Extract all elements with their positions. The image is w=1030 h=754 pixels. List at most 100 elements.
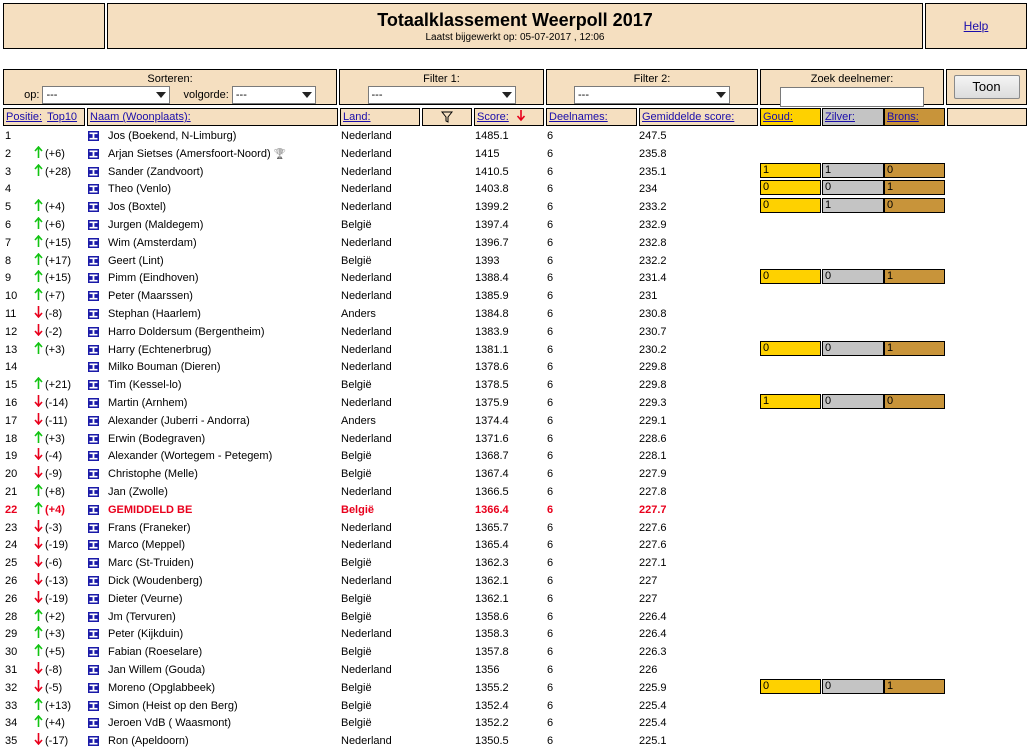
sort-op-select[interactable]: ---	[42, 86, 171, 104]
button-panel: Toon	[946, 69, 1027, 105]
participant-name-text: Ron (Apeldoorn)	[108, 735, 189, 748]
deelnames-cell: 6	[547, 628, 554, 641]
sort-score-link[interactable]: Score:	[477, 111, 509, 123]
deelnames-cell: 6	[547, 147, 554, 160]
rank-change-text: (+6)	[45, 147, 65, 160]
sort-down-arrow-icon[interactable]	[516, 110, 526, 122]
arrow-down-icon	[34, 412, 43, 426]
deelnames-cell: 6	[547, 325, 554, 338]
page-title: Totaalklassement Weerpoll 2017	[377, 10, 653, 30]
sort-deelnames-link[interactable]: Deelnames:	[549, 111, 608, 123]
score-cell: 1358.3	[475, 628, 509, 641]
deelnames-cell: 6	[547, 361, 554, 374]
arrow-down-icon	[34, 306, 43, 319]
score-cell: 1362.1	[475, 592, 509, 605]
deelnames-cell: 6	[547, 468, 554, 481]
position-cell: 10	[5, 290, 18, 303]
sort-positie-link[interactable]: Positie:	[6, 111, 42, 123]
rank-change-text: (-8)	[45, 664, 63, 676]
country-cell: België	[341, 646, 372, 659]
table-row: 31 (-8) Jan Willem (Gouda) Nederland 1356 6 22…	[0, 661, 1030, 679]
deelnames-cell: 6	[547, 664, 554, 676]
change-cell: (+21)	[34, 376, 71, 394]
flag-icon	[88, 255, 99, 266]
bronze-medal-count: 1	[884, 340, 945, 356]
deelnames-cell: 6	[547, 735, 554, 748]
participant-name-text: Peter (Maarssen)	[108, 290, 193, 303]
score-cell: 1415	[475, 147, 500, 160]
position-cell: 24	[5, 539, 18, 552]
participant-name: Milko Bouman (Dieren)	[108, 358, 220, 376]
position-cell: 4	[5, 183, 12, 196]
flag-icon	[88, 398, 99, 408]
score-cell: 1375.9	[475, 397, 509, 409]
gold-medal-count: 1	[760, 162, 821, 178]
participant-name: Jeroen VdB ( Waasmont)	[108, 714, 231, 732]
average-score-cell: 230.7	[639, 325, 667, 338]
participant-name: Peter (Maarssen)	[108, 287, 193, 305]
country-cell: Nederland	[341, 628, 392, 641]
change-cell: (-8)	[34, 305, 62, 323]
average-score-cell: 231	[639, 290, 658, 303]
position-cell: 2	[5, 147, 12, 160]
sort-zilver-link[interactable]: Zilver:	[825, 111, 855, 123]
filter1-panel: Filter 1: ---	[339, 69, 544, 105]
participant-name: Jos (Boekend, N-Limburg)	[108, 127, 236, 145]
silver-medal-count: 1	[822, 198, 884, 214]
participant-name: Ron (Apeldoorn)	[108, 732, 189, 750]
column-header-filter[interactable]	[422, 108, 472, 126]
country-cell: Nederland	[341, 432, 392, 445]
sort-brons-link[interactable]: Brons:	[887, 111, 919, 123]
participant-name-text: Arjan Sietses (Amersfoort-Noord)	[108, 147, 271, 160]
flag-icon	[88, 487, 99, 497]
rank-change-text: (+21)	[45, 379, 71, 392]
change-cell: (-11)	[34, 412, 67, 430]
top10-link[interactable]: Top10	[47, 111, 77, 123]
flag-icon	[88, 736, 99, 747]
table-row: 5 (+4) Jos (Boxtel) Nederland 1399.2 6 233.2 0 1…	[0, 198, 1030, 216]
rank-change-text: (+15)	[45, 272, 71, 285]
filter1-select[interactable]: ---	[367, 86, 516, 104]
participant-name: Erwin (Bodegraven)	[108, 430, 205, 448]
arrow-up-icon	[34, 287, 43, 301]
change-cell: (-19)	[34, 536, 68, 554]
filter-icon[interactable]	[440, 111, 454, 123]
participant-name-text: Harry (Echtenerbrug)	[108, 343, 212, 356]
participant-name-text: Frans (Franeker)	[108, 521, 191, 534]
deelnames-cell: 6	[547, 290, 554, 303]
country-cell: Nederland	[341, 486, 392, 498]
deelnames-cell: 6	[547, 681, 554, 694]
table-row: 2 (+6) Arjan Sietses (Amersfoort-Noord) 🏆 Ne…	[0, 145, 1030, 163]
help-link[interactable]: Help	[964, 19, 989, 33]
rank-change-text: (-19)	[45, 539, 69, 552]
deelnames-cell: 6	[547, 432, 554, 445]
country-cell: Nederland	[341, 183, 392, 196]
sort-goud-link[interactable]: Goud:	[763, 111, 793, 123]
table-row: 14 Milko Bouman (Dieren) Nederland 1378.6 6 2…	[0, 358, 1030, 376]
country-cell: Nederland	[341, 236, 392, 249]
sort-land-link[interactable]: Land:	[343, 111, 371, 123]
rank-change-text: (+17)	[45, 254, 71, 267]
score-cell: 1357.8	[475, 646, 509, 659]
flag-icon	[88, 504, 99, 515]
flag-icon	[88, 451, 99, 462]
flag-icon	[88, 665, 99, 675]
rank-change-text: (-3)	[45, 521, 63, 534]
arrow-up-icon	[34, 697, 43, 710]
filter2-select[interactable]: ---	[574, 86, 730, 104]
search-input[interactable]	[780, 87, 924, 107]
participant-name-text: Marco (Meppel)	[108, 539, 186, 552]
country-cell: Nederland	[341, 165, 392, 178]
participant-name: Geert (Lint)	[108, 252, 164, 270]
country-cell: Nederland	[341, 397, 392, 409]
rank-change-text: (+13)	[45, 699, 71, 712]
participant-name-text: Dieter (Veurne)	[108, 592, 183, 605]
score-cell: 1362.1	[475, 575, 509, 587]
sort-naam-link[interactable]: Naam (Woonplaats):	[90, 111, 191, 123]
toon-button[interactable]: Toon	[953, 75, 1020, 99]
rank-change-text: (+2)	[45, 610, 65, 623]
sort-order-select[interactable]: ---	[231, 86, 316, 104]
score-cell: 1365.7	[475, 521, 509, 534]
table-row: 21 (+8) Jan (Zwolle) Nederland 1366.5 6 227.8	[0, 483, 1030, 501]
sort-gemiddelde-link[interactable]: Gemiddelde score:	[642, 111, 734, 123]
